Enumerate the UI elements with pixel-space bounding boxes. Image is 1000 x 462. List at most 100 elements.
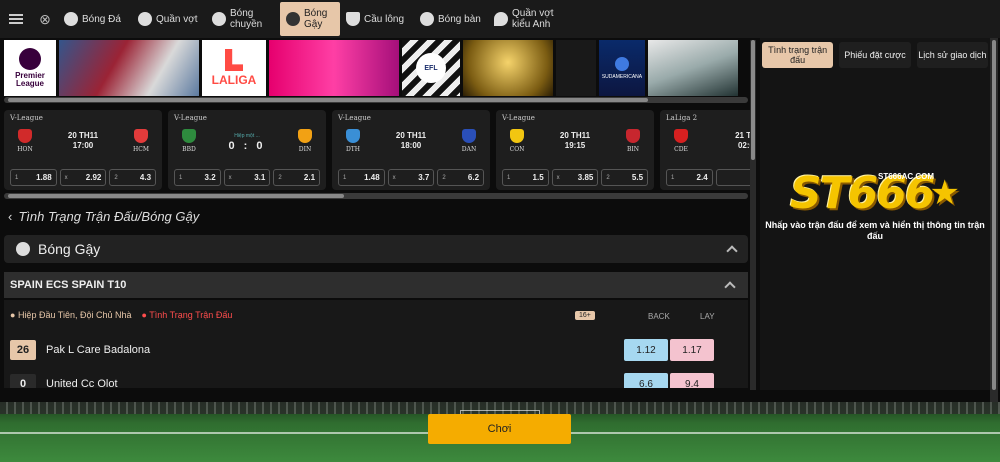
odd-value: 3.85	[577, 173, 594, 182]
team-crest-icon	[18, 129, 32, 143]
right-tabs: Tình trạng trận đấu Phiếu đặt cược Lịch …	[760, 38, 990, 72]
tab-label: Bóng Gậy	[304, 8, 328, 30]
away-team: DIN	[290, 129, 320, 153]
tab-cau-long[interactable]: Cầu lông	[340, 2, 414, 36]
home-team: HON	[10, 129, 40, 153]
team-crest-icon	[346, 129, 360, 143]
odd-value: 2.4	[696, 173, 708, 182]
tennis-ball-icon	[138, 12, 152, 26]
breadcrumb[interactable]: ‹ Tình Trạng Trận Đấu/Bóng Gậy	[8, 209, 199, 224]
tab-bet-slip[interactable]: Phiếu đặt cược	[839, 42, 911, 68]
score-value: 0 : 0	[228, 140, 266, 152]
match-card[interactable]: V-League HON 20 TH11 17:00 HCM 1 1.88 x 2.9…	[4, 110, 162, 190]
chevron-left-icon[interactable]: ‹	[8, 209, 12, 224]
play-button[interactable]: Chơi	[428, 414, 571, 444]
premier-league-photo[interactable]	[59, 40, 199, 96]
tab-history[interactable]: Lịch sử giao dịch	[916, 42, 988, 68]
efl-photo[interactable]	[463, 40, 553, 96]
table-tennis-icon	[420, 12, 434, 26]
empty-state-hint: Nhấp vào trận đấu để xem và hiển thị thô…	[765, 220, 985, 241]
hamburger-menu-icon[interactable]	[0, 0, 32, 38]
banner-label: EFL	[424, 64, 438, 72]
team-code: DIN	[298, 146, 312, 153]
team-crest-icon	[182, 129, 196, 143]
tab-bong-gay[interactable]: Bóng Gậy	[280, 2, 340, 36]
odd-away[interactable]: 2 6.2	[437, 169, 485, 186]
back-header: BACK	[648, 312, 670, 321]
odd-value: 1.48	[364, 173, 380, 182]
lay-odds-button[interactable]: 1.17	[670, 339, 714, 361]
match-card[interactable]: LaLiga 2 CDE 21 TH02:0 12.4	[660, 110, 750, 190]
odd-away[interactable]: 2 5.5	[601, 169, 649, 186]
odd-home[interactable]: 1 1.48	[338, 169, 385, 186]
premier-league-lion-icon	[19, 48, 41, 70]
home-team: CDE	[666, 129, 696, 153]
away-team: HCM	[126, 129, 156, 153]
main-scrollbar[interactable]	[750, 40, 756, 390]
tab-bong-da[interactable]: Bóng Đá	[58, 2, 132, 36]
runner-row: 26 Pak L Care Badalona 1.12 1.17	[10, 338, 744, 362]
match-card[interactable]: V-League BBD Hiệp một ... 0 : 0 DIN 1 3.2…	[168, 110, 326, 190]
odd-draw[interactable]: x 2.92	[59, 169, 107, 186]
age-badge: 16+	[575, 311, 595, 320]
team-code: HCM	[133, 146, 149, 153]
odd-draw[interactable]: x 3.1	[223, 169, 271, 186]
sudamericana-banner[interactable]: SUDAMERICANA	[599, 40, 645, 96]
odd-key: 1	[15, 174, 19, 181]
team-code: CON	[509, 146, 525, 153]
chevron-up-icon[interactable]	[724, 281, 736, 293]
tab-bong-ban[interactable]: Bóng bàn	[414, 2, 488, 36]
efl-banner-pattern[interactable]: EFL	[402, 40, 460, 96]
back-odds-button[interactable]: 1.12	[624, 339, 668, 361]
match-date: 20 TH11	[395, 131, 427, 140]
tab-match-status[interactable]: Tình trạng trận đấu	[762, 42, 834, 68]
runner-row: 0 United Cc Olot 6.6 9.4	[10, 372, 744, 388]
odd-draw[interactable]	[715, 169, 750, 186]
odd-home[interactable]: 1 1.88	[10, 169, 57, 186]
tab-quan-vot-kieu-anh[interactable]: Quần vợt kiểu Anh	[488, 2, 578, 36]
laliga-banner[interactable]: LALIGA	[202, 40, 266, 96]
tab-bong-chuyen[interactable]: Bóng chuyền	[206, 2, 280, 36]
sudamericana-photo[interactable]	[648, 40, 738, 96]
odd-home[interactable]: 1 2.4	[666, 169, 713, 186]
odd-key: x	[228, 174, 232, 181]
match-market: ● Hiệp Đầu Tiên, Đội Chủ Nhà ● Tình Trạn…	[4, 300, 748, 388]
banner-label: SUDAMERICANA	[601, 73, 643, 80]
back-odds-button[interactable]: 6.6	[624, 373, 668, 388]
laliga-photo[interactable]	[269, 40, 399, 96]
card-league: V-League	[174, 114, 207, 122]
match-card[interactable]: V-League CON 20 TH11 19:15 BIN 1 1.5 x 3.85…	[496, 110, 654, 190]
match-time: 20 TH11 18:00	[396, 131, 426, 151]
match-time: 21 TH02:0	[735, 131, 750, 151]
odd-home[interactable]: 1 3.2	[174, 169, 221, 186]
tab-label: Bóng bàn	[438, 13, 481, 25]
competition-header[interactable]: SPAIN ECS SPAIN T10	[4, 272, 748, 298]
cards-scrollbar[interactable]	[4, 193, 748, 199]
odd-draw[interactable]: x 3.7	[387, 169, 435, 186]
card-league: V-League	[502, 114, 535, 122]
team-crest-icon	[674, 129, 688, 143]
sport-section-header[interactable]: Bóng Gậy	[4, 235, 748, 263]
page-scrollbar[interactable]	[990, 38, 998, 402]
tab-label: Cầu lông	[364, 13, 405, 25]
tab-quan-vot[interactable]: Quần vợt	[132, 2, 206, 36]
odd-home[interactable]: 1 1.5	[502, 169, 549, 186]
banner-scrollbar[interactable]	[4, 97, 748, 103]
odd-draw[interactable]: x 3.85	[551, 169, 599, 186]
match-date: 20 TH11	[67, 131, 99, 140]
team-crest-icon	[297, 129, 312, 143]
app-root: ⊗ Bóng Đá Quần vợt Bóng chuyền Bóng Gậy …	[0, 0, 1000, 462]
match-cards-strip: V-League HON 20 TH11 17:00 HCM 1 1.88 x 2.9…	[4, 110, 750, 190]
chevron-up-icon[interactable]	[726, 245, 738, 257]
match-score: Hiệp một ... 0 : 0	[228, 131, 266, 152]
lay-odds-button[interactable]: 9.4	[670, 373, 714, 388]
team-crest-icon	[510, 129, 524, 143]
match-card[interactable]: V-League DTH 20 TH11 18:00 DAN 1 1.48 x 3.7…	[332, 110, 490, 190]
odd-away[interactable]: 2 4.3	[109, 169, 157, 186]
close-icon[interactable]: ⊗	[32, 0, 58, 38]
odd-value: 3.1	[254, 173, 266, 182]
premier-league-banner[interactable]: Premier League	[4, 40, 56, 96]
odd-away[interactable]: 2 2.1	[273, 169, 321, 186]
card-league: LaLiga 2	[666, 114, 698, 122]
match-clock: 02:0	[737, 141, 750, 150]
